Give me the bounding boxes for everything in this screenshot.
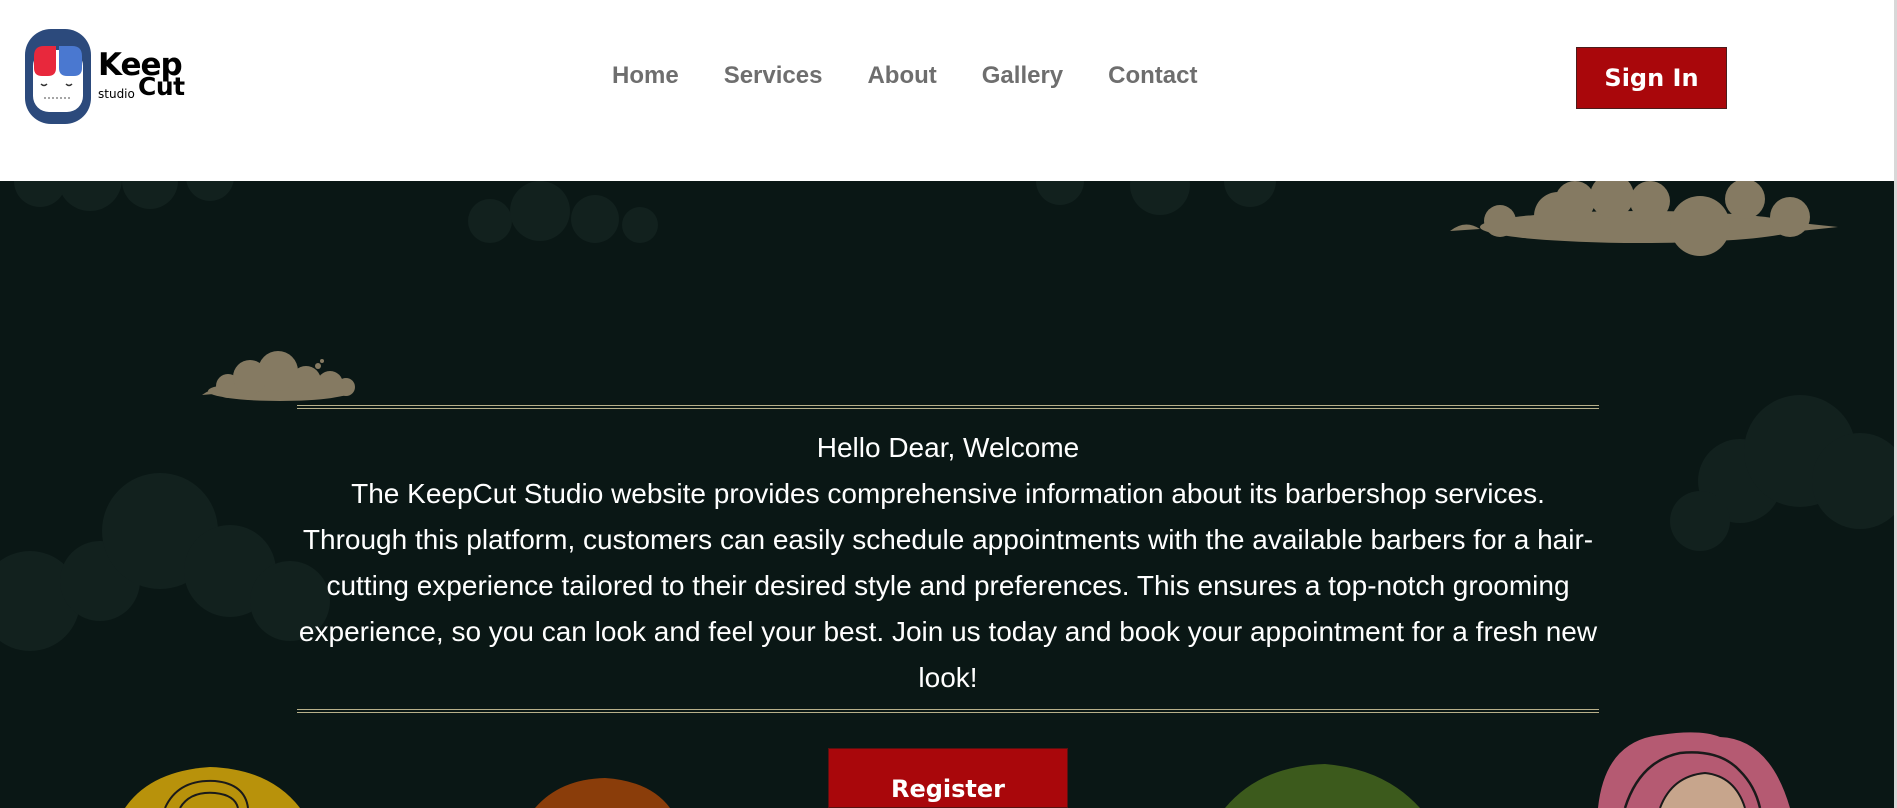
logo-cut-text: Cut [138,72,185,101]
welcome-description: The KeepCut Studio website provides comp… [298,478,1598,693]
nav-home[interactable]: Home [612,62,679,90]
logo-studio-text: studio [98,87,135,101]
welcome-greeting: Hello Dear, Welcome [816,432,1080,463]
keepcut-logo[interactable]: Keep studio Cut [24,28,189,126]
main-nav: Home Services About Gallery Contact [612,62,1198,90]
nav-about[interactable]: About [867,62,936,90]
cloud-top-right [1450,181,1838,256]
sign-in-button[interactable]: Sign In [1576,47,1727,109]
cloud-left [202,351,355,401]
nav-services[interactable]: Services [724,62,823,90]
nav-gallery[interactable]: Gallery [982,62,1063,90]
top-divider [297,405,1599,409]
welcome-text: Hello Dear, Welcome The KeepCut Studio w… [297,425,1599,701]
register-button[interactable]: Register [828,748,1068,808]
hero-section: Hello Dear, Welcome The KeepCut Studio w… [0,181,1894,808]
logo-badge-icon [25,29,91,124]
bottom-divider [297,709,1599,713]
nav-contact[interactable]: Contact [1108,62,1197,90]
site-header: Keep studio Cut Home Services About Gall… [0,0,1894,181]
